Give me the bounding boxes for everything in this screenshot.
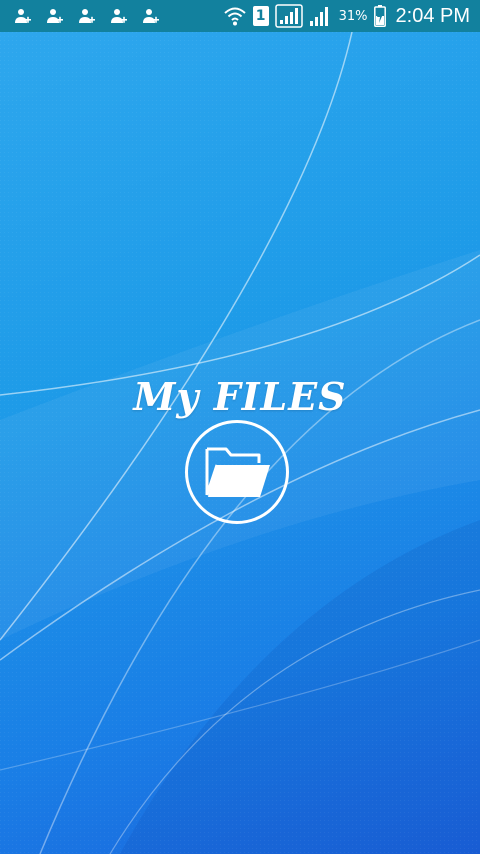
person-add-icon: [15, 8, 31, 23]
signal-strength-icon: [309, 7, 328, 26]
app-title: My FILES: [133, 374, 347, 419]
app-logo: [185, 420, 289, 524]
sim-slot-indicator: 1: [252, 6, 269, 26]
clock: 2:04 PM: [395, 4, 470, 27]
battery-percent: 31%: [338, 8, 368, 24]
person-add-icon: [143, 8, 159, 23]
wifi-icon: [223, 7, 246, 26]
battery-charging-icon: [373, 5, 386, 27]
person-add-icon: [79, 8, 95, 23]
person-add-icon: [47, 8, 63, 23]
signal-strength-icon: [274, 4, 303, 28]
person-add-icon: [111, 8, 127, 23]
folder-open-icon: [205, 447, 270, 497]
notification-icons: [14, 8, 159, 25]
splash-screen: 1 31% 2:04 PM My FILES: [0, 0, 480, 854]
status-bar: 1 31% 2:04 PM: [0, 0, 480, 32]
system-icons: 1 31% 2:04 PM: [223, 4, 470, 28]
